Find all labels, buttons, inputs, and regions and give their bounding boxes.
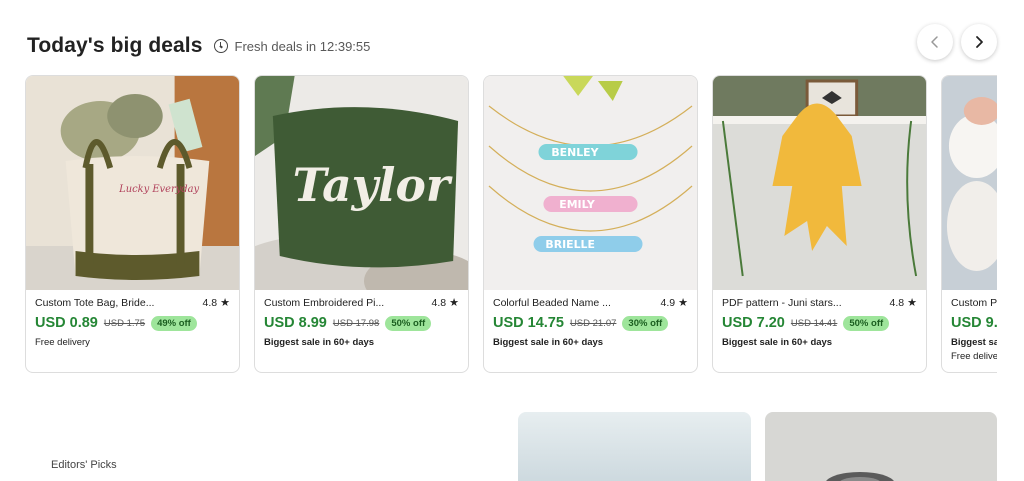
carousel-next-button[interactable] xyxy=(961,24,997,60)
rating-value: 4.8 xyxy=(889,296,905,309)
section-title: Today's big deals xyxy=(27,34,203,57)
sale-note: Biggest sale in 60+ days xyxy=(493,337,604,348)
editors-picks-label: Editors' Picks xyxy=(51,459,117,471)
deals-carousel: Lucky Everyday Custom Tote Bag, Bride...… xyxy=(25,75,997,375)
product-image[interactable] xyxy=(942,76,997,290)
bead-name-3: BRIELLE xyxy=(545,238,594,251)
deal-timer: Fresh deals in 12:39:55 xyxy=(213,38,371,54)
original-price: USD 14.41 xyxy=(790,317,838,329)
original-price: USD 1.75 xyxy=(103,317,146,329)
bead-name-2: EMILY xyxy=(559,198,596,211)
star-icon: ★ xyxy=(907,297,917,309)
pillow-embroidery-text: Taylor xyxy=(293,158,453,212)
discount-badge: 49% off xyxy=(151,315,197,331)
chevron-left-icon xyxy=(931,36,938,48)
product-rating: 4.8 ★ xyxy=(889,296,917,310)
sale-note: Biggest sale in 60+ days xyxy=(264,337,375,348)
bead-name-1: BENLEY xyxy=(551,146,599,159)
sale-note: Biggest sale in 60+ days xyxy=(722,337,833,348)
product-card[interactable]: Lucky Everyday Custom Tote Bag, Bride...… xyxy=(25,75,240,373)
product-image[interactable]: BENLEY EMILY BRIELLE xyxy=(484,76,697,290)
chevron-right-icon xyxy=(976,36,983,48)
sale-price: USD 9.( xyxy=(951,315,997,331)
original-price: USD 21.07 xyxy=(569,317,617,329)
delivery-note: Free delive xyxy=(951,351,997,362)
delivery-note: Free delivery xyxy=(35,337,90,348)
product-title[interactable]: Custom Tote Bag, Bride... xyxy=(35,297,154,309)
product-image[interactable]: Lucky Everyday xyxy=(26,76,239,290)
sale-price: USD 0.89 xyxy=(35,315,98,331)
product-card[interactable]: Custom P USD 9.( Biggest sa Free delive xyxy=(941,75,997,373)
product-title[interactable]: Custom P xyxy=(951,297,997,309)
product-card[interactable]: BENLEY EMILY BRIELLE Colorful Beaded Nam… xyxy=(483,75,698,373)
rating-value: 4.8 xyxy=(202,296,218,309)
timer-text: Fresh deals in 12:39:55 xyxy=(234,38,371,54)
editors-pick-image[interactable] xyxy=(765,412,997,481)
product-image[interactable]: Taylor xyxy=(255,76,468,290)
rating-value: 4.9 xyxy=(660,296,676,309)
star-icon: ★ xyxy=(449,297,459,309)
carousel-prev-button[interactable] xyxy=(917,24,953,60)
discount-badge: 30% off xyxy=(622,315,669,331)
product-title[interactable]: PDF pattern - Juni stars... xyxy=(722,297,842,309)
sale-price: USD 7.20 xyxy=(722,315,785,331)
product-rating: 4.8 ★ xyxy=(202,296,230,310)
product-card[interactable]: PDF pattern - Juni stars... 4.8 ★ USD 7.2… xyxy=(712,75,927,373)
product-card[interactable]: Taylor Custom Embroidered Pi... 4.8 ★ USD… xyxy=(254,75,469,373)
rating-value: 4.8 xyxy=(431,296,447,309)
product-title[interactable]: Custom Embroidered Pi... xyxy=(264,297,384,309)
promo-decoration xyxy=(826,472,894,481)
original-price: USD 17.98 xyxy=(332,317,380,329)
star-icon: ★ xyxy=(678,297,688,309)
sale-price: USD 14.75 xyxy=(493,315,564,331)
editors-pick-image[interactable] xyxy=(518,412,751,481)
product-title[interactable]: Colorful Beaded Name ... xyxy=(493,297,611,309)
section-header: Today's big deals Fresh deals in 12:39:5… xyxy=(27,34,370,58)
sale-price: USD 8.99 xyxy=(264,315,327,331)
discount-badge: 50% off xyxy=(385,315,432,331)
product-image[interactable] xyxy=(713,76,926,290)
product-rating: 4.8 ★ xyxy=(431,296,459,310)
timer-icon xyxy=(213,39,228,53)
sale-note: Biggest sa xyxy=(951,337,997,348)
discount-badge: 50% off xyxy=(843,315,890,331)
product-rating: 4.9 ★ xyxy=(660,296,688,310)
tote-embroidery-text: Lucky Everyday xyxy=(118,184,199,195)
star-icon: ★ xyxy=(220,297,230,309)
